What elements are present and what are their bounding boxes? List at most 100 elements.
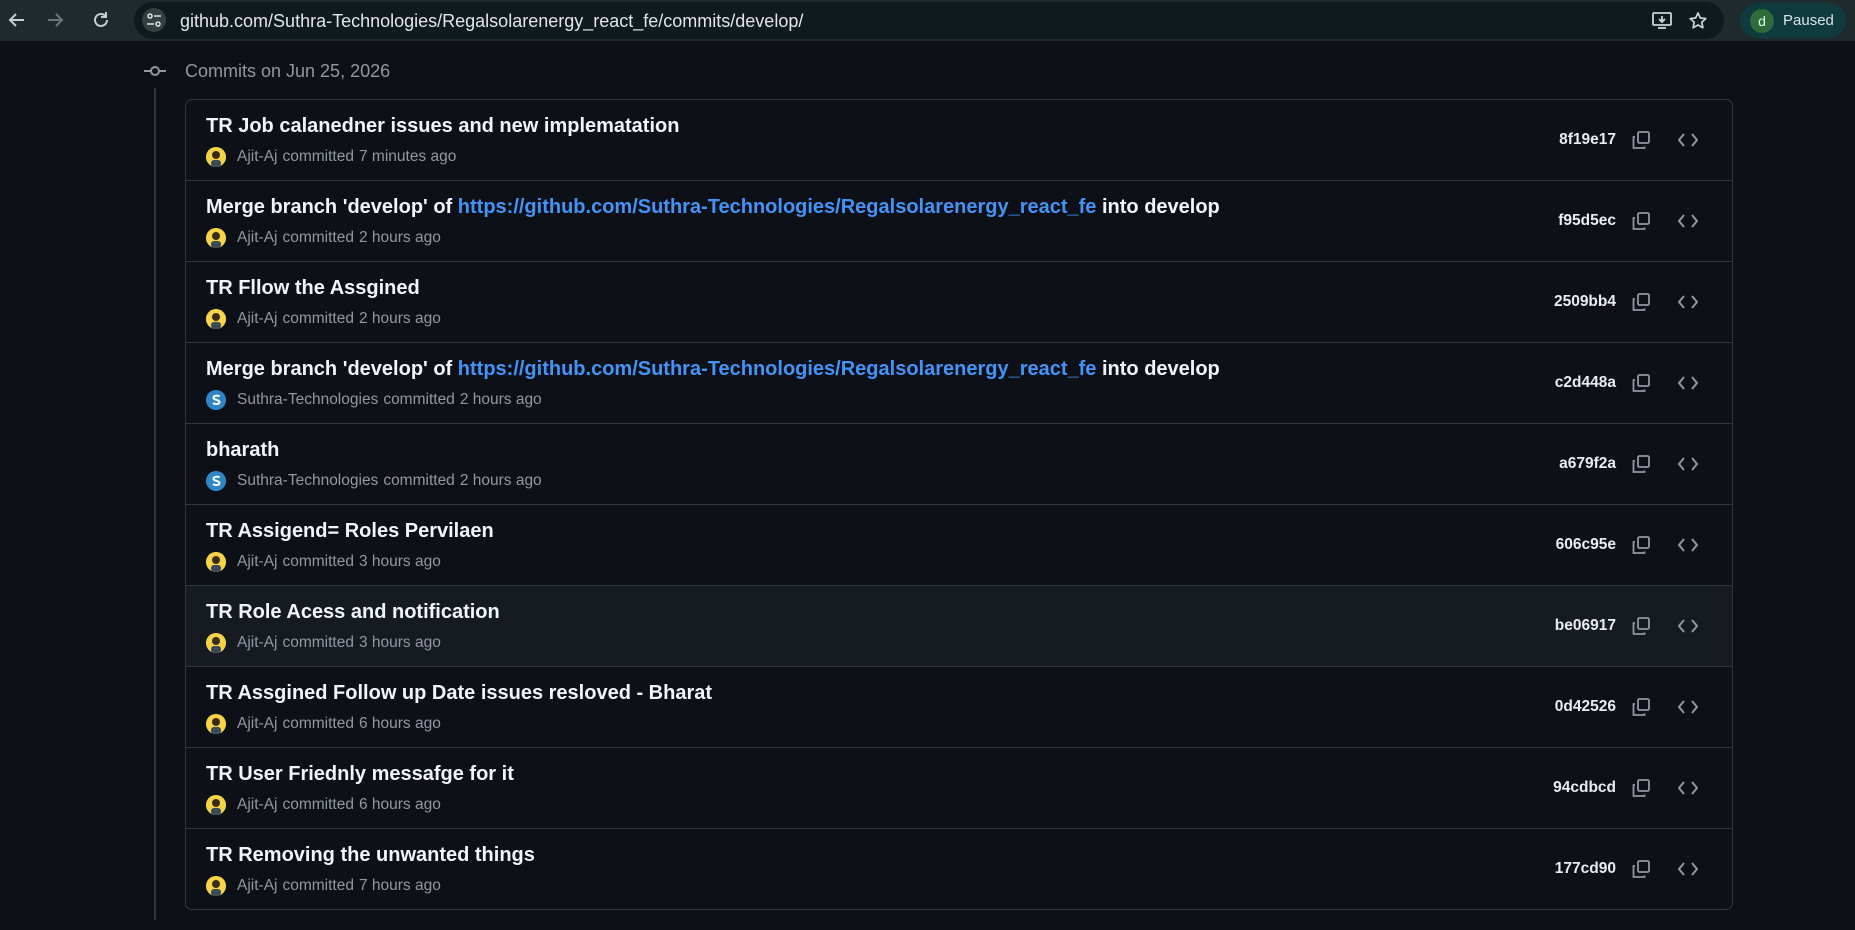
- commit-sha-link[interactable]: 94cdbcd: [1553, 779, 1616, 797]
- copy-sha-button[interactable]: [1628, 856, 1654, 882]
- commit-row[interactable]: TR Role Acess and notification Ajit-Aj com…: [186, 586, 1732, 667]
- commit-title[interactable]: TR Fllow the Assgined: [206, 277, 420, 300]
- commit-row[interactable]: bharath Suthra-Technologies committed 2 hou…: [186, 424, 1732, 505]
- commit-author[interactable]: Ajit-Aj: [237, 310, 277, 328]
- commit-sha-link[interactable]: f95d5ec: [1558, 212, 1616, 230]
- ajit-avatar[interactable]: [206, 552, 226, 572]
- commits-date-header: Commits on Jun 25, 2026: [144, 58, 390, 84]
- commit-title[interactable]: TR Assigend= Roles Pervilaen: [206, 520, 494, 543]
- commit-title[interactable]: TR Assgined Follow up Date issues reslov…: [206, 682, 712, 705]
- ajit-avatar[interactable]: [206, 876, 226, 896]
- commit-title-text[interactable]: TR Fllow the Assgined: [206, 277, 420, 299]
- copy-sha-button[interactable]: [1628, 451, 1654, 477]
- commit-title-text[interactable]: TR User Friednly messafge for it: [206, 763, 514, 785]
- site-info-button[interactable]: [142, 8, 166, 32]
- browse-repo-button[interactable]: [1675, 289, 1701, 315]
- commit-author[interactable]: Ajit-Aj: [237, 553, 277, 571]
- browse-repo-button[interactable]: [1675, 694, 1701, 720]
- code-brackets-icon: [1678, 781, 1698, 795]
- commit-row[interactable]: TR User Friednly messafge for it Ajit-Aj c…: [186, 748, 1732, 829]
- ajit-avatar[interactable]: [206, 309, 226, 329]
- commit-title-text[interactable]: TR Removing the unwanted things: [206, 844, 535, 866]
- commit-title[interactable]: TR Job calanedner issues and new implema…: [206, 115, 679, 138]
- commit-title-text[interactable]: TR Role Acess and notification: [206, 601, 500, 623]
- commit-sha-link[interactable]: c2d448a: [1555, 374, 1616, 392]
- url-text[interactable]: github.com/Suthra-Technologies/Regalsola…: [180, 11, 803, 32]
- commit-title[interactable]: bharath: [206, 439, 279, 462]
- commit-time: 6 hours ago: [358, 796, 441, 813]
- commit-verb: committed: [383, 472, 455, 489]
- ajit-avatar[interactable]: [206, 228, 226, 248]
- back-button[interactable]: [0, 3, 34, 37]
- suthra-avatar[interactable]: [206, 471, 226, 491]
- commit-row[interactable]: TR Assigend= Roles Pervilaen Ajit-Aj commi…: [186, 505, 1732, 586]
- copy-sha-button[interactable]: [1628, 208, 1654, 234]
- commit-title-prefix[interactable]: Merge branch 'develop' of: [206, 196, 458, 218]
- commit-author[interactable]: Ajit-Aj: [237, 877, 277, 895]
- commit-meta: Ajit-Aj committed 3 hours ago: [206, 552, 441, 572]
- browse-repo-button[interactable]: [1675, 532, 1701, 558]
- browse-repo-button[interactable]: [1675, 127, 1701, 153]
- commit-author[interactable]: Ajit-Aj: [237, 229, 277, 247]
- copy-sha-button[interactable]: [1628, 532, 1654, 558]
- bookmark-button[interactable]: [1685, 8, 1711, 34]
- copy-icon: [1632, 536, 1650, 554]
- commit-row[interactable]: Merge branch 'develop' of https://github…: [186, 343, 1732, 424]
- commit-row[interactable]: TR Assgined Follow up Date issues reslov…: [186, 667, 1732, 748]
- reload-button[interactable]: [84, 3, 118, 37]
- ajit-avatar[interactable]: [206, 633, 226, 653]
- commit-title[interactable]: TR Role Acess and notification: [206, 601, 500, 624]
- browse-repo-button[interactable]: [1675, 208, 1701, 234]
- commit-author[interactable]: Suthra-Technologies: [237, 472, 378, 490]
- ajit-avatar[interactable]: [206, 795, 226, 815]
- commit-author[interactable]: Ajit-Aj: [237, 634, 277, 652]
- commit-title-link[interactable]: https://github.com/Suthra-Technologies/R…: [458, 196, 1097, 218]
- commit-author[interactable]: Suthra-Technologies: [237, 391, 378, 409]
- commit-title-link[interactable]: https://github.com/Suthra-Technologies/R…: [458, 358, 1097, 380]
- install-app-button[interactable]: [1649, 8, 1675, 34]
- copy-sha-button[interactable]: [1628, 775, 1654, 801]
- copy-sha-button[interactable]: [1628, 613, 1654, 639]
- commit-sha-link[interactable]: 606c95e: [1556, 536, 1616, 554]
- copy-sha-button[interactable]: [1628, 127, 1654, 153]
- commit-title-suffix[interactable]: into develop: [1096, 358, 1220, 380]
- commit-sha-link[interactable]: be06917: [1555, 617, 1616, 635]
- commit-sha-link[interactable]: 177cd90: [1555, 860, 1616, 878]
- address-bar[interactable]: github.com/Suthra-Technologies/Regalsola…: [134, 2, 1724, 39]
- commit-meta: Ajit-Aj committed 6 hours ago: [206, 714, 441, 734]
- commit-title[interactable]: Merge branch 'develop' of https://github…: [206, 196, 1220, 219]
- browse-repo-button[interactable]: [1675, 370, 1701, 396]
- browse-repo-button[interactable]: [1675, 613, 1701, 639]
- forward-button[interactable]: [38, 3, 72, 37]
- ajit-avatar[interactable]: [206, 147, 226, 167]
- browse-repo-button[interactable]: [1675, 451, 1701, 477]
- commit-row[interactable]: TR Fllow the Assgined Ajit-Aj committed 2 h…: [186, 262, 1732, 343]
- commit-row[interactable]: TR Removing the unwanted things Ajit-Aj co…: [186, 829, 1732, 909]
- commit-row[interactable]: TR Job calanedner issues and new implema…: [186, 100, 1732, 181]
- commit-sha-link[interactable]: a679f2a: [1559, 455, 1616, 473]
- browse-repo-button[interactable]: [1675, 775, 1701, 801]
- commit-title-text[interactable]: TR Assgined Follow up Date issues reslov…: [206, 682, 712, 704]
- commit-author[interactable]: Ajit-Aj: [237, 148, 277, 166]
- commit-sha-link[interactable]: 0d42526: [1555, 698, 1616, 716]
- commit-title-suffix[interactable]: into develop: [1096, 196, 1220, 218]
- commit-author[interactable]: Ajit-Aj: [237, 715, 277, 733]
- ajit-avatar[interactable]: [206, 714, 226, 734]
- commit-title-text[interactable]: TR Job calanedner issues and new implema…: [206, 115, 679, 137]
- commit-row[interactable]: Merge branch 'develop' of https://github…: [186, 181, 1732, 262]
- commit-title[interactable]: Merge branch 'develop' of https://github…: [206, 358, 1220, 381]
- copy-sha-button[interactable]: [1628, 370, 1654, 396]
- profile-button[interactable]: d Paused: [1740, 3, 1846, 38]
- commit-sha-link[interactable]: 8f19e17: [1559, 131, 1616, 149]
- copy-sha-button[interactable]: [1628, 694, 1654, 720]
- commit-title-text[interactable]: bharath: [206, 439, 279, 461]
- copy-sha-button[interactable]: [1628, 289, 1654, 315]
- suthra-avatar[interactable]: [206, 390, 226, 410]
- commit-title[interactable]: TR User Friednly messafge for it: [206, 763, 514, 786]
- commit-title[interactable]: TR Removing the unwanted things: [206, 844, 535, 867]
- commit-sha-link[interactable]: 2509bb4: [1554, 293, 1616, 311]
- commit-author[interactable]: Ajit-Aj: [237, 796, 277, 814]
- browse-repo-button[interactable]: [1675, 856, 1701, 882]
- commit-title-prefix[interactable]: Merge branch 'develop' of: [206, 358, 458, 380]
- commit-title-text[interactable]: TR Assigend= Roles Pervilaen: [206, 520, 494, 542]
